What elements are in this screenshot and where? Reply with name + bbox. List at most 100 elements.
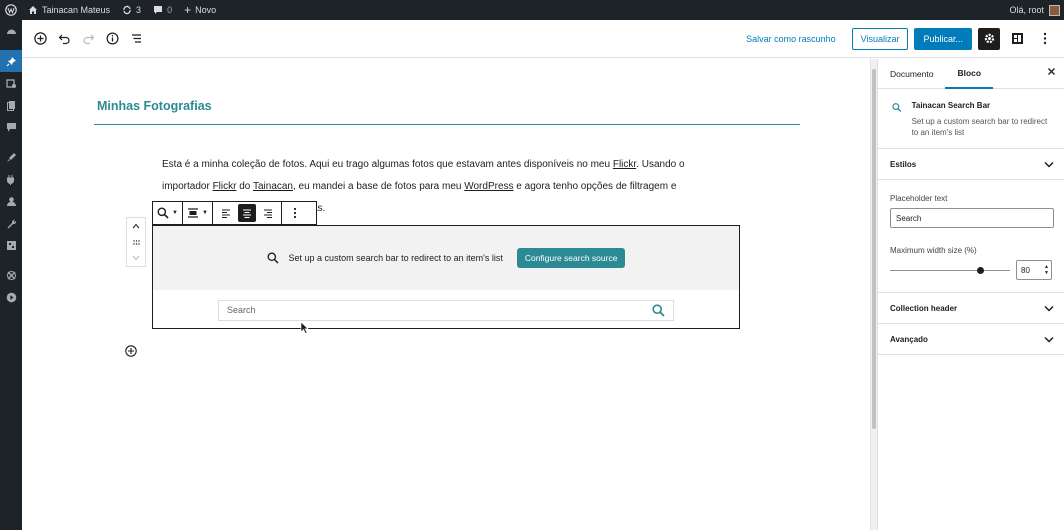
paragraph-text: , eu mandei a base de fotos para meu bbox=[293, 181, 465, 192]
wordpress-logo-icon[interactable] bbox=[0, 0, 22, 20]
tools-icon[interactable] bbox=[0, 212, 22, 234]
publish-button[interactable]: Publicar... bbox=[914, 27, 972, 50]
block-toolbar: ▼ ▼ bbox=[152, 201, 317, 225]
pin-icon[interactable] bbox=[0, 50, 22, 72]
appearance-icon[interactable] bbox=[0, 146, 22, 168]
comments-link[interactable]: 0 bbox=[147, 0, 178, 20]
canvas-scrollbar[interactable] bbox=[870, 59, 877, 530]
drag-handle-icon[interactable] bbox=[132, 238, 140, 247]
block-align-dropdown[interactable]: ▼ bbox=[183, 201, 213, 225]
chevron-down-icon bbox=[1044, 161, 1054, 168]
align-wide-icon bbox=[187, 208, 198, 218]
number-spinner[interactable]: ▲ ▼ bbox=[1044, 264, 1049, 276]
link-flickr-importer[interactable]: Flickr bbox=[213, 181, 237, 192]
panel-styles[interactable]: Estilos bbox=[878, 149, 1064, 180]
search-icon bbox=[157, 207, 169, 219]
block-mover bbox=[126, 217, 146, 267]
add-block-inline-icon[interactable] bbox=[125, 344, 137, 357]
link-tainacan[interactable]: Tainacan bbox=[253, 181, 293, 192]
new-content-link[interactable]: + Novo bbox=[178, 0, 222, 20]
chevron-down-icon: ▼ bbox=[201, 210, 208, 216]
scrollbar-thumb[interactable] bbox=[872, 69, 876, 429]
tainacan-icon[interactable] bbox=[0, 264, 22, 286]
sidebar-tabs: Documento Bloco bbox=[878, 59, 1064, 89]
tainacan-panel-icon[interactable] bbox=[1006, 28, 1028, 50]
post-title[interactable]: Minhas Fotografias bbox=[94, 99, 800, 125]
text-align-group bbox=[213, 201, 282, 225]
placeholder-label: Placeholder text bbox=[890, 194, 948, 203]
max-width-number-input[interactable]: 80 ▲ ▼ bbox=[1016, 260, 1052, 280]
mouse-cursor-icon bbox=[300, 321, 309, 339]
move-up-icon[interactable] bbox=[132, 222, 140, 231]
more-vertical-icon bbox=[286, 204, 304, 222]
play-icon[interactable] bbox=[0, 286, 22, 308]
tab-block[interactable]: Bloco bbox=[945, 59, 994, 89]
comments-icon[interactable] bbox=[0, 116, 22, 138]
editor-toolbar: Salvar como rascunho Visualizar Publicar… bbox=[22, 20, 1064, 58]
save-draft-button[interactable]: Salvar como rascunho bbox=[736, 34, 846, 44]
paragraph-text: importador bbox=[162, 181, 213, 192]
block-switcher[interactable]: ▼ bbox=[153, 201, 183, 225]
pages-icon[interactable] bbox=[0, 94, 22, 116]
admin-bar: Tainacan Mateus 3 0 + Novo Olá, root bbox=[0, 0, 1064, 20]
admin-menu bbox=[0, 20, 22, 530]
greeting: Olá, root bbox=[1009, 5, 1044, 15]
tainacan-search-bar-block[interactable]: Set up a custom search bar to redirect t… bbox=[152, 225, 740, 329]
users-icon[interactable] bbox=[0, 190, 22, 212]
add-block-icon[interactable] bbox=[28, 27, 52, 51]
link-wordpress[interactable]: WordPress bbox=[464, 181, 513, 192]
max-width-label: Maximum width size (%) bbox=[890, 246, 977, 255]
link-flickr[interactable]: Flickr bbox=[613, 159, 636, 170]
updates-count: 3 bbox=[136, 5, 142, 15]
plus-icon: + bbox=[184, 3, 192, 17]
panel-settings: Placeholder text Search Maximum width si… bbox=[878, 180, 1064, 293]
block-card-title: Tainacan Search Bar bbox=[911, 101, 991, 110]
search-block-setup: Set up a custom search bar to redirect t… bbox=[153, 226, 739, 290]
settings-icon[interactable] bbox=[0, 234, 22, 256]
site-name: Tainacan Mateus bbox=[42, 5, 111, 15]
settings-sidebar: Documento Bloco Tainacan Search Bar Set … bbox=[877, 59, 1064, 530]
move-down-icon[interactable] bbox=[132, 254, 140, 263]
list-view-icon[interactable] bbox=[124, 27, 148, 51]
account-menu[interactable]: Olá, root bbox=[1003, 0, 1064, 20]
panel-styles-title: Estilos bbox=[890, 159, 917, 169]
max-width-control: 80 ▲ ▼ bbox=[890, 260, 1054, 280]
redo-icon[interactable] bbox=[76, 27, 100, 51]
updates-icon bbox=[123, 5, 131, 15]
search-placeholder: Search bbox=[227, 305, 256, 315]
dashboard-icon[interactable] bbox=[0, 20, 22, 42]
paragraph-text: e agora tenho opções de filtragem e bbox=[513, 181, 677, 192]
editor-canvas: Minhas Fotografias Esta é a minha coleçã… bbox=[22, 59, 870, 530]
max-width-slider[interactable] bbox=[890, 266, 1010, 274]
undo-icon[interactable] bbox=[52, 27, 76, 51]
media-icon[interactable] bbox=[0, 72, 22, 94]
post-title-text[interactable]: Minhas Fotografias bbox=[94, 99, 800, 125]
configure-search-source-button[interactable]: Configure search source bbox=[516, 248, 626, 268]
settings-gear-icon[interactable] bbox=[978, 27, 1000, 50]
search-icon bbox=[267, 252, 279, 264]
preview-button[interactable]: Visualizar bbox=[851, 27, 909, 50]
info-icon[interactable] bbox=[100, 27, 124, 51]
avatar bbox=[1049, 4, 1060, 16]
more-options-icon[interactable] bbox=[1034, 28, 1056, 50]
plugins-icon[interactable] bbox=[0, 168, 22, 190]
chevron-down-icon bbox=[1044, 336, 1054, 343]
search-icon[interactable] bbox=[652, 303, 665, 317]
panel-advanced[interactable]: Avançado bbox=[878, 324, 1064, 355]
updates-link[interactable]: 3 bbox=[116, 0, 147, 20]
search-icon bbox=[892, 103, 902, 112]
close-icon[interactable] bbox=[1047, 67, 1056, 79]
block-more-options[interactable] bbox=[282, 201, 308, 225]
align-left-icon[interactable] bbox=[217, 204, 235, 222]
search-input[interactable]: Search bbox=[218, 299, 674, 321]
align-right-icon[interactable] bbox=[259, 204, 277, 222]
site-name-link[interactable]: Tainacan Mateus bbox=[22, 0, 116, 20]
setup-text: Set up a custom search bar to redirect t… bbox=[288, 253, 503, 263]
align-center-icon[interactable] bbox=[237, 204, 256, 222]
placeholder-input[interactable]: Search bbox=[890, 208, 1054, 228]
slider-handle[interactable] bbox=[977, 266, 984, 274]
paragraph-text: do bbox=[236, 181, 253, 192]
panel-collection-header[interactable]: Collection header bbox=[878, 293, 1064, 324]
comments-count: 0 bbox=[167, 5, 173, 15]
tab-document[interactable]: Documento bbox=[878, 59, 945, 89]
